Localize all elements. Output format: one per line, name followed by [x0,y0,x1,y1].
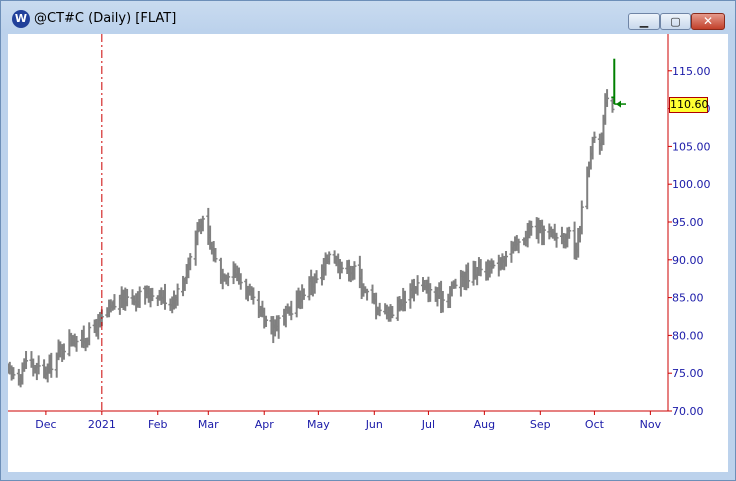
app-logo-icon[interactable]: W [12,10,30,28]
x-tick-label: Jun [365,418,383,431]
y-tick-label: 85.00 [672,292,704,305]
x-tick-label: Sep [530,418,551,431]
maximize-button[interactable]: ▢ [660,13,691,30]
x-tick-label: Nov [640,418,662,431]
x-tick-label: 2021 [88,418,116,431]
last-price-marker [616,100,626,108]
close-button[interactable]: ✕ [691,13,725,30]
y-tick-label: 115.00 [672,65,711,78]
price-chart[interactable]: 115.00110.00105.00100.0095.0090.0085.008… [8,34,728,472]
y-tick-label: 105.00 [672,140,711,153]
price-bars [8,58,618,388]
chart-axes [8,34,669,412]
ohlc-bar [289,300,294,321]
x-tick-label: Oct [585,418,605,431]
y-tick-label: 70.00 [672,405,704,418]
close-icon: ✕ [702,14,714,28]
y-tick-label: 90.00 [672,254,704,267]
window-title: @CT#C (Daily) [FLAT] [34,11,177,26]
y-axis-ticks: 115.00110.00105.00100.0095.0090.0085.008… [668,65,711,418]
x-tick-label: Jul [421,418,435,431]
x-tick-label: Feb [148,418,167,431]
x-tick-label: Aug [474,418,495,431]
chart-area[interactable]: 115.00110.00105.00100.0095.0090.0085.008… [8,34,728,472]
maximize-icon: ▢ [670,15,681,28]
last-price-arrow-icon [616,100,621,108]
y-tick-label: 75.00 [672,367,704,380]
latest-ohlc-bar [611,58,618,105]
y-tick-label: 80.00 [672,329,704,342]
x-axis-ticks: Dec 2021 Feb Mar Apr May Jun Jul Aug Sep Oct Nov [35,411,662,431]
y-tick-label: 95.00 [672,216,704,229]
y-tick-label: 100.00 [672,178,711,191]
x-tick-label: Apr [255,418,275,431]
last-price-label: 110.60 [669,97,709,113]
x-tick-label: Mar [198,418,219,431]
title-bar[interactable]: W @CT#C (Daily) [FLAT] ▁ ▢ ✕ [1,1,735,35]
x-tick-label: May [307,418,330,431]
minimize-button[interactable]: ▁ [628,13,660,30]
x-tick-label: Dec [35,418,56,431]
minimize-icon: ▁ [639,15,649,28]
